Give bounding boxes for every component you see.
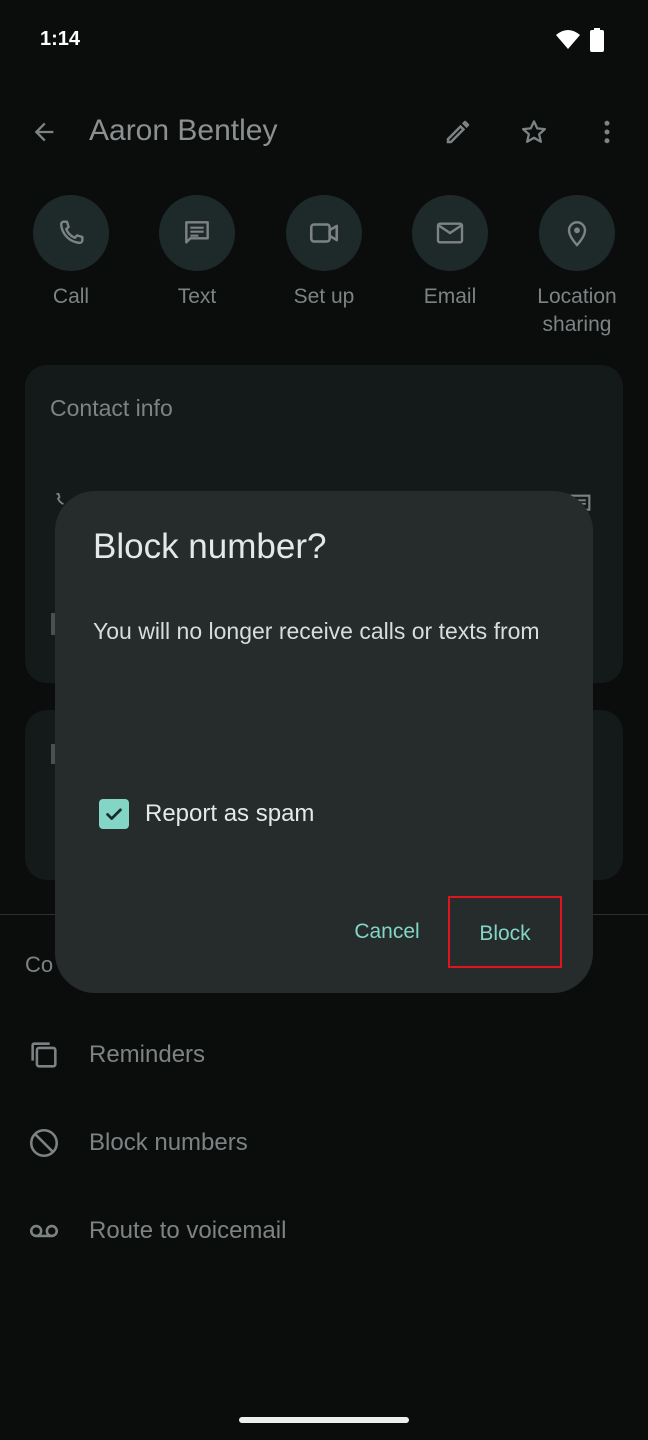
list-item-reminders[interactable]: Reminders [0,1021,648,1085]
list-item-route-to-voicemail[interactable]: Route to voicemail [0,1197,648,1261]
action-email[interactable]: Email [390,195,510,311]
action-label: Location sharing [537,285,617,336]
more-vert-icon [604,120,610,144]
action-location-sharing[interactable]: Location sharing [517,195,637,339]
app-bar: Aaron Bentley [0,100,648,164]
check-icon [106,808,122,820]
block-button[interactable]: Block [448,896,562,968]
mail-icon [436,222,464,244]
home-indicator[interactable] [239,1417,409,1423]
action-label: Text [177,285,217,308]
more-options-button[interactable] [587,112,627,152]
voicemail-icon [29,1224,59,1238]
action-text[interactable]: Text [137,195,257,311]
action-call[interactable]: Call [11,195,131,311]
list-item-label: Block numbers [89,1129,248,1156]
cancel-button[interactable]: Cancel [337,896,437,968]
report-spam-row[interactable]: Report as spam [99,794,314,834]
back-button[interactable] [24,112,64,152]
section-heading: Co [25,952,54,977]
card-title: Contact info [50,395,173,421]
block-icon [29,1128,59,1158]
block-number-dialog: Block number? You will no longer receive… [55,491,593,993]
back-arrow-icon [34,122,54,142]
edit-icon [446,120,470,144]
edit-button[interactable] [438,112,478,152]
message-icon [185,221,209,244]
list-item-block-numbers[interactable]: Block numbers [0,1109,648,1173]
contact-name: Aaron Bentley [89,114,278,147]
status-icons [556,28,604,57]
action-video-setup[interactable]: Set up [264,195,384,311]
status-time: 1:14 [40,28,81,50]
battery-icon [590,28,604,57]
status-bar: 1:14 [0,0,648,80]
list-item-label: Route to voicemail [89,1217,287,1244]
action-label: Call [52,285,90,308]
phone-icon [59,220,84,245]
favorite-button[interactable] [514,112,554,152]
star-icon [522,120,546,143]
dialog-body: You will no longer receive calls or text… [93,618,540,644]
report-spam-label: Report as spam [145,800,315,827]
video-icon [309,223,339,243]
location-pin-icon [567,221,587,247]
reminders-icon [31,1042,57,1068]
wifi-icon [556,29,580,56]
list-item-label: Reminders [89,1041,206,1068]
action-label: Email [423,285,477,308]
report-spam-checkbox[interactable] [99,799,129,829]
dialog-title: Block number? [93,527,327,566]
action-label: Set up [293,285,355,308]
